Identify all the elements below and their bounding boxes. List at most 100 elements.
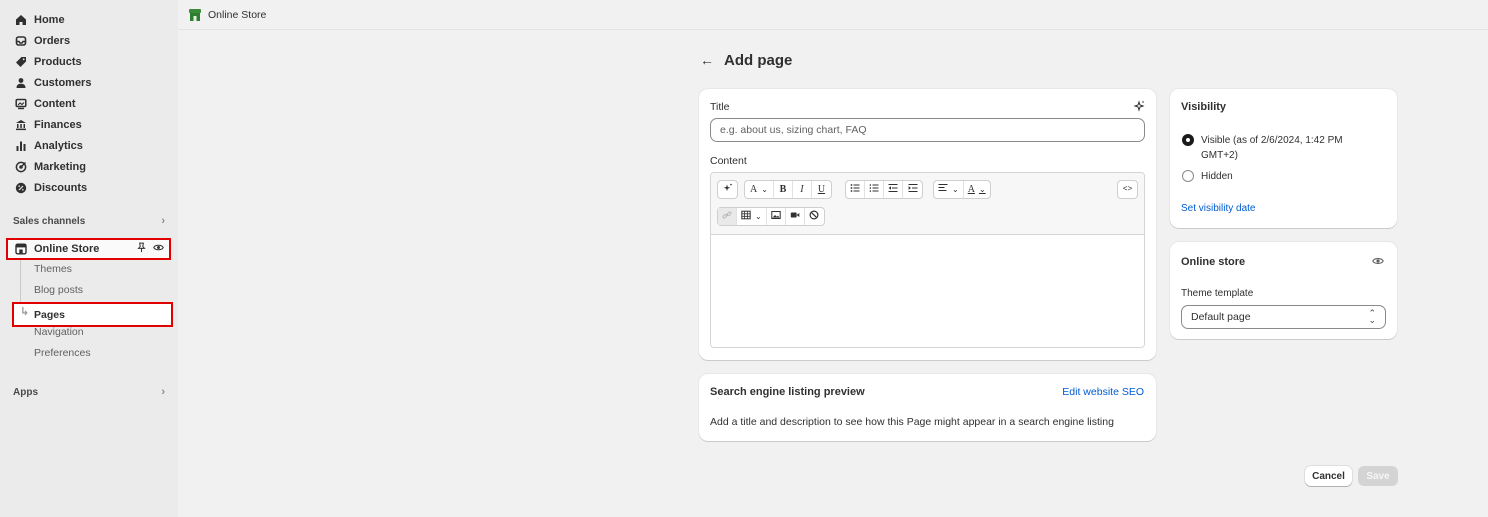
online-store-card: Online store Theme template Default page… <box>1170 242 1397 339</box>
insert-video-button[interactable] <box>786 208 805 225</box>
ai-assist-group <box>717 180 738 199</box>
align-left-icon <box>938 183 948 196</box>
sidebar-subitem-label: Pages <box>34 308 65 321</box>
text-color-dropdown[interactable]: A ⌄ <box>964 181 990 198</box>
bold-button[interactable]: B <box>774 181 793 198</box>
sidebar-item-label: Discounts <box>34 182 88 194</box>
radio-visible[interactable]: Visible (as of 2/6/2024, 1:42 PM GMT+2) <box>1182 133 1382 163</box>
sales-channels-label: Sales channels <box>13 215 86 227</box>
theme-template-select[interactable]: Default page ⌃ ⌄ <box>1181 305 1386 329</box>
sidebar-subitem-blog-posts[interactable]: Blog posts <box>34 281 83 299</box>
block-icon <box>809 210 819 223</box>
chevron-down-icon: ⌄ <box>755 212 762 221</box>
chevron-down-icon: ⌄ <box>978 185 986 194</box>
sidebar-item-label: Finances <box>34 119 82 131</box>
sidebar-item-customers[interactable]: Customers <box>8 73 172 93</box>
seo-heading: Search engine listing preview <box>710 386 865 398</box>
chevron-right-icon: › <box>161 386 165 398</box>
apps-label: Apps <box>13 386 38 398</box>
code-view-button[interactable]: <> <box>1118 181 1137 198</box>
apps-header[interactable]: Apps › <box>13 384 165 400</box>
numbered-list-button[interactable] <box>865 181 884 198</box>
sidebar-item-home[interactable]: Home <box>8 10 172 30</box>
sidebar-subitem-navigation[interactable]: Navigation <box>34 323 84 341</box>
radio-unselected-icon <box>1182 170 1194 182</box>
storefront-icon <box>15 243 27 255</box>
insert-link-button[interactable] <box>718 208 737 225</box>
tag-icon <box>15 56 27 68</box>
title-input[interactable] <box>710 118 1145 142</box>
online-store-heading: Online store <box>1181 256 1246 268</box>
seo-preview-card: Search engine listing preview Edit websi… <box>699 374 1156 441</box>
eye-icon[interactable] <box>153 242 164 256</box>
sidebar-item-products[interactable]: Products <box>8 52 172 72</box>
text-format-group: A ⌄ B I U <box>744 180 832 199</box>
sidebar-subitem-themes[interactable]: Themes <box>34 260 72 278</box>
topbar: Online Store <box>178 0 1488 30</box>
italic-button[interactable]: I <box>793 181 812 198</box>
image-icon <box>771 210 781 223</box>
topbar-title: Online Store <box>208 8 267 21</box>
page-heading: ← Add page <box>700 49 792 71</box>
set-visibility-date-link[interactable]: Set visibility date <box>1181 203 1255 214</box>
sidebar-item-label: Marketing <box>34 161 86 173</box>
sidebar-item-finances[interactable]: Finances <box>8 115 172 135</box>
insert-table-dropdown[interactable]: ⌄ <box>737 208 767 225</box>
cancel-button[interactable]: Cancel <box>1305 466 1352 486</box>
image-icon <box>15 98 27 110</box>
theme-template-value: Default page <box>1191 311 1251 323</box>
save-button[interactable]: Save <box>1358 466 1398 486</box>
chevron-right-icon: › <box>161 215 165 227</box>
font-icon: A <box>750 184 758 195</box>
sparkle-icon <box>723 183 733 196</box>
sidebar-item-orders[interactable]: Orders <box>8 31 172 51</box>
page-title: Add page <box>724 51 793 69</box>
outdent-icon <box>888 183 898 196</box>
ai-sparkle-button[interactable] <box>718 181 737 198</box>
inbox-icon <box>15 35 27 47</box>
underline-icon: U <box>817 184 826 195</box>
select-arrows-icon: ⌃ ⌄ <box>1368 308 1376 325</box>
outdent-button[interactable] <box>884 181 903 198</box>
eye-icon[interactable] <box>1372 255 1384 267</box>
radio-hidden[interactable]: Hidden <box>1182 169 1233 184</box>
sidebar-item-discounts[interactable]: Discounts <box>8 178 172 198</box>
sidebar: Home Orders Products Customers Content F… <box>0 0 178 517</box>
pin-icon[interactable] <box>136 242 147 256</box>
radio-hidden-label: Hidden <box>1201 171 1233 182</box>
sidebar-item-content[interactable]: Content <box>8 94 172 114</box>
title-label: Title <box>710 101 730 113</box>
sidebar-subitem-label: Blog posts <box>34 284 84 296</box>
sidebar-item-online-store[interactable]: Online Store <box>6 238 171 260</box>
bullet-list-icon <box>850 183 860 196</box>
underline-button[interactable]: U <box>812 181 831 198</box>
sparkle-icon[interactable] <box>1133 100 1145 112</box>
target-icon <box>15 161 27 173</box>
discount-icon <box>15 182 27 194</box>
content-editable-area[interactable] <box>711 235 1144 347</box>
radio-selected-icon <box>1182 134 1194 146</box>
numbered-list-icon <box>869 183 879 196</box>
text-style-dropdown[interactable]: A ⌄ <box>745 181 774 198</box>
chevron-down-icon: ⌄ <box>761 185 768 194</box>
sidebar-item-analytics[interactable]: Analytics <box>8 136 172 156</box>
visibility-card: Visibility Visible (as of 2/6/2024, 1:42… <box>1170 89 1397 228</box>
storefront-logo-icon <box>188 8 202 22</box>
edit-seo-link[interactable]: Edit website SEO <box>1062 386 1144 398</box>
list-group <box>845 180 923 199</box>
sales-channels-header[interactable]: Sales channels › <box>13 213 165 229</box>
sidebar-item-label: Products <box>34 56 82 68</box>
code-icon: <> <box>1122 185 1133 194</box>
clear-formatting-button[interactable] <box>805 208 824 225</box>
bullet-list-button[interactable] <box>846 181 865 198</box>
sidebar-subitem-preferences[interactable]: Preferences <box>34 344 91 362</box>
bar-chart-icon <box>15 140 27 152</box>
insert-image-button[interactable] <box>767 208 786 225</box>
insert-group: ⌄ <box>717 207 825 226</box>
indent-button[interactable] <box>903 181 922 198</box>
sidebar-item-marketing[interactable]: Marketing <box>8 157 172 177</box>
rich-text-editor: A ⌄ B I U ⌄ A ⌄ <> ⌄ <box>710 172 1145 348</box>
align-dropdown[interactable]: ⌄ <box>934 181 964 198</box>
arrow-left-icon[interactable]: ← <box>700 52 714 68</box>
sidebar-subitem-label: Navigation <box>34 326 84 338</box>
